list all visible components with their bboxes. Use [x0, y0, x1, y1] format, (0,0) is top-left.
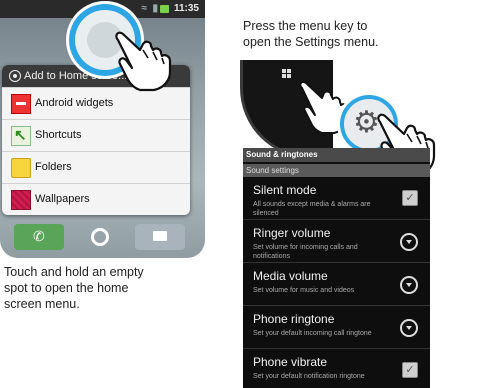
setting-summary: Set your default incoming call ringtone [253, 330, 372, 337]
setting-media-volume[interactable]: Media volume Set volume for music and vi… [243, 265, 430, 306]
menu-item-label: Android widgets [35, 97, 114, 109]
screen-title-bar: Sound & ringtones [243, 148, 430, 162]
wifi-icon: ≈ [141, 3, 148, 14]
screen-title: Sound & ringtones [246, 150, 318, 159]
setting-title: Ringer volume [253, 226, 331, 240]
shortcuts-icon [11, 126, 31, 146]
section-title: Sound settings [246, 166, 299, 175]
setting-phone-vibrate[interactable]: Phone vibrate Set your default notificat… [243, 351, 430, 388]
setting-summary: All sounds except media & alarms are sil… [253, 201, 371, 217]
pointing-hand-icon [115, 31, 172, 92]
menu-item-label: Shortcuts [35, 129, 82, 141]
menu-item-folders[interactable]: Folders [2, 151, 190, 183]
mail-icon [153, 231, 167, 241]
menu-item-label: Folders [35, 161, 72, 173]
signal-icon: ▮ [152, 3, 158, 14]
phone-icon: ✆ [33, 228, 45, 244]
setting-summary: Set volume for music and videos [253, 287, 355, 294]
dropdown-circle-icon[interactable] [400, 233, 418, 251]
caption-line: spot to open the home [4, 281, 129, 295]
setting-title: Phone ringtone [253, 312, 335, 326]
menu-item-shortcuts[interactable]: Shortcuts [2, 119, 190, 151]
sound-settings-screen: Sound & ringtones Sound settings Silent … [243, 148, 430, 388]
folder-icon [11, 158, 31, 178]
messages-button[interactable] [135, 224, 185, 250]
wallpapers-icon [11, 190, 31, 210]
setting-phone-ringtone[interactable]: Phone ringtone Set your default incoming… [243, 308, 430, 349]
setting-silent-mode[interactable]: Silent mode All sounds except media & al… [243, 179, 430, 220]
setting-summary: Set volume for incoming calls and notifi… [253, 244, 358, 260]
menu-key-icon[interactable] [282, 69, 292, 79]
dropdown-circle-icon[interactable] [400, 276, 418, 294]
dock: ✆ [0, 222, 205, 258]
status-time: 11:35 [173, 3, 199, 14]
setting-title: Phone vibrate [253, 355, 328, 369]
battery-icon [160, 5, 169, 13]
home-button[interactable] [85, 222, 115, 252]
android-widgets-icon [11, 94, 31, 114]
checkbox-icon[interactable]: ✓ [402, 190, 418, 206]
section-header: Sound settings [243, 164, 430, 177]
dropdown-circle-icon[interactable] [400, 319, 418, 337]
setting-summary: Set your default notification ringtone [253, 373, 365, 380]
caption-line: Touch and hold an empty [4, 265, 144, 279]
setting-title: Media volume [253, 269, 328, 283]
right-caption: Press the menu key to open the Settings … [243, 18, 379, 50]
menu-title-icon [9, 70, 21, 82]
menu-item-label: Wallpapers [35, 193, 90, 205]
checkbox-icon[interactable]: ✓ [402, 362, 418, 378]
phone-button[interactable]: ✆ [14, 224, 64, 250]
menu-item-wallpapers[interactable]: Wallpapers [2, 183, 190, 215]
home-circle-icon [91, 228, 109, 246]
caption-line: Press the menu key to [243, 19, 368, 33]
setting-title: Silent mode [253, 183, 317, 197]
caption-line: screen menu. [4, 297, 80, 311]
left-caption: Touch and hold an empty spot to open the… [4, 264, 144, 312]
caption-line: open the Settings menu. [243, 35, 379, 49]
setting-ringer-volume[interactable]: Ringer volume Set volume for incoming ca… [243, 222, 430, 263]
